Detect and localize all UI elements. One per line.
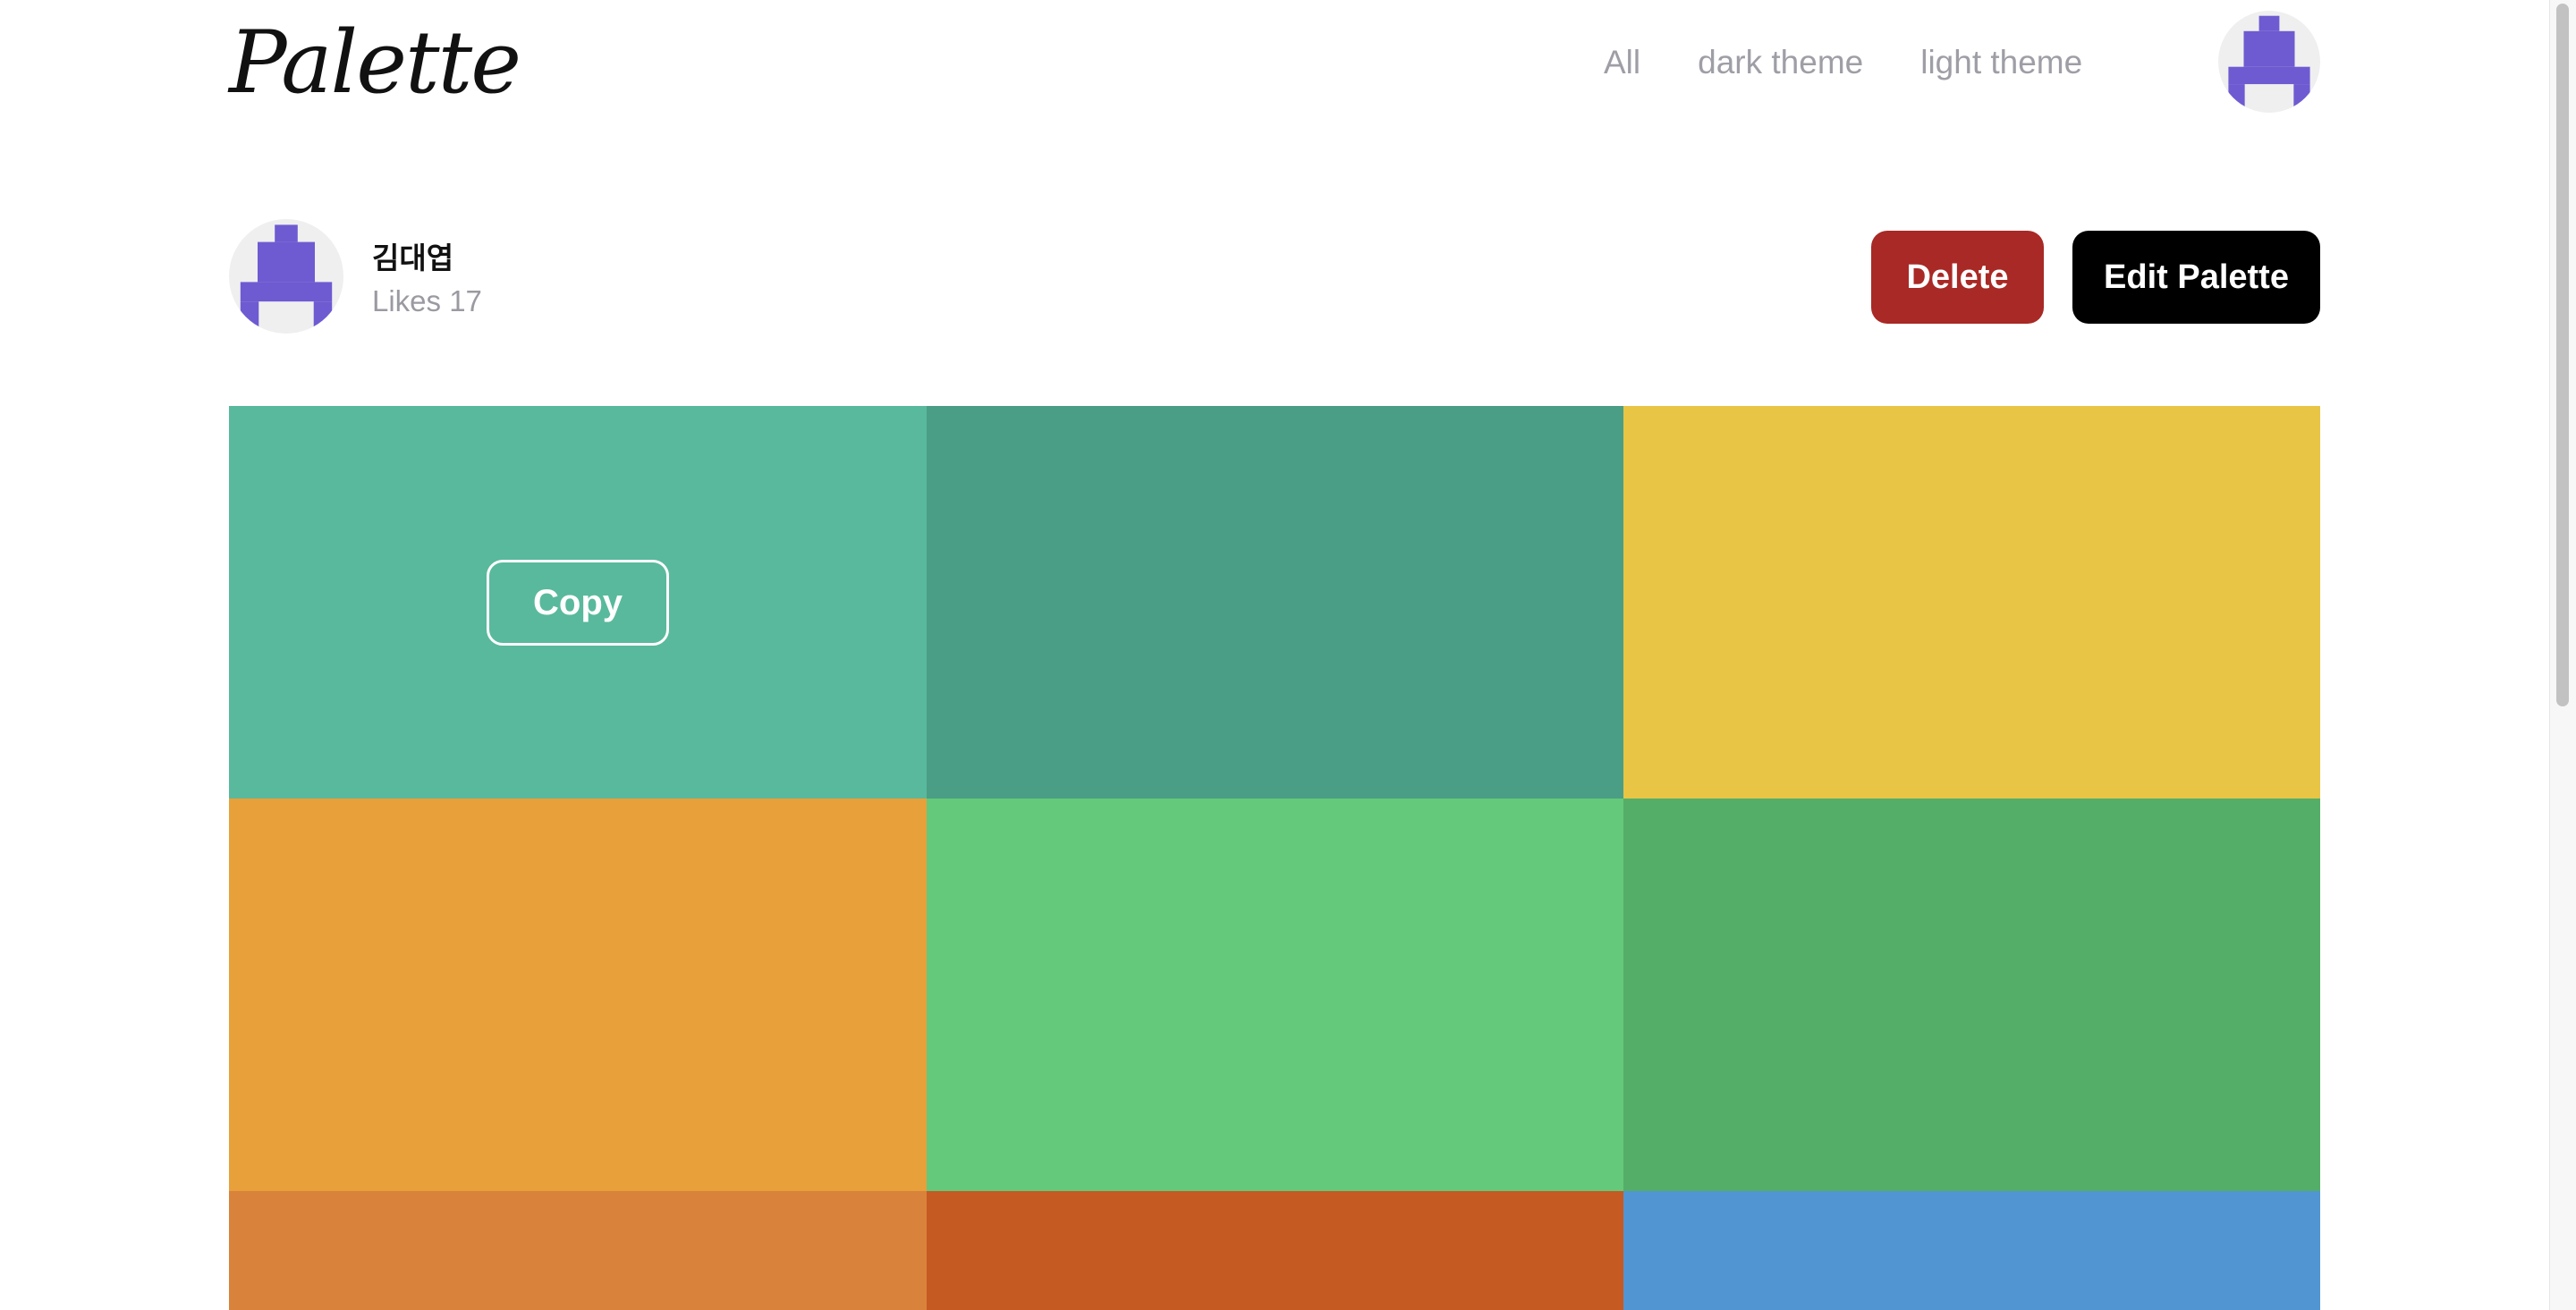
color-swatch[interactable]: [1623, 406, 2320, 799]
logo[interactable]: Palette: [229, 9, 521, 116]
author-avatar[interactable]: [229, 219, 343, 334]
color-swatch[interactable]: [927, 799, 1623, 1191]
nav-link-dark-theme[interactable]: dark theme: [1698, 44, 1863, 81]
likes-count: Likes 17: [372, 284, 482, 317]
delete-button[interactable]: Delete: [1871, 231, 2044, 324]
pixel-avatar-icon: [240, 224, 333, 334]
color-swatch[interactable]: [229, 1191, 927, 1310]
palette-grid: Copy: [229, 406, 2320, 1310]
scrollbar-thumb[interactable]: [2556, 4, 2569, 706]
author-name: 김대엽: [372, 241, 454, 275]
color-swatch[interactable]: [1623, 1191, 2320, 1310]
copy-button[interactable]: Copy: [487, 560, 669, 646]
pixel-avatar-icon: [2228, 15, 2310, 113]
nav-link-light-theme[interactable]: light theme: [1920, 44, 2082, 81]
nav-link-all[interactable]: All: [1604, 44, 1640, 81]
header-avatar[interactable]: [2218, 11, 2320, 113]
color-swatch[interactable]: Copy: [229, 406, 927, 799]
edit-palette-button[interactable]: Edit Palette: [2072, 231, 2320, 324]
color-swatch[interactable]: [927, 1191, 1623, 1310]
color-swatch[interactable]: [1623, 799, 2320, 1191]
theme-nav: All dark theme light theme: [1604, 36, 2082, 89]
color-swatch[interactable]: [927, 406, 1623, 799]
color-swatch[interactable]: [229, 799, 927, 1191]
